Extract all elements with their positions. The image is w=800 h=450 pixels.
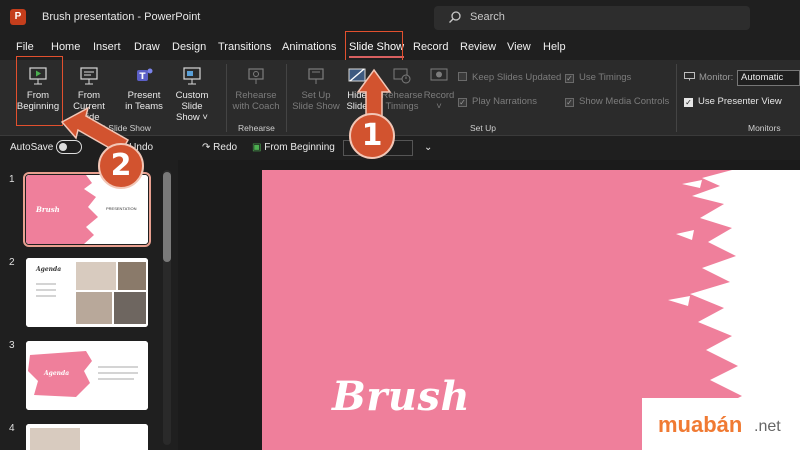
watermark-brand: muabán [658, 412, 743, 437]
step-1-badge: 1 [349, 113, 395, 159]
step-2-badge: 2 [98, 143, 144, 189]
annotation-arrows [60, 68, 392, 156]
arrow-up-icon [356, 68, 392, 119]
watermark-suffix: .net [754, 418, 781, 435]
